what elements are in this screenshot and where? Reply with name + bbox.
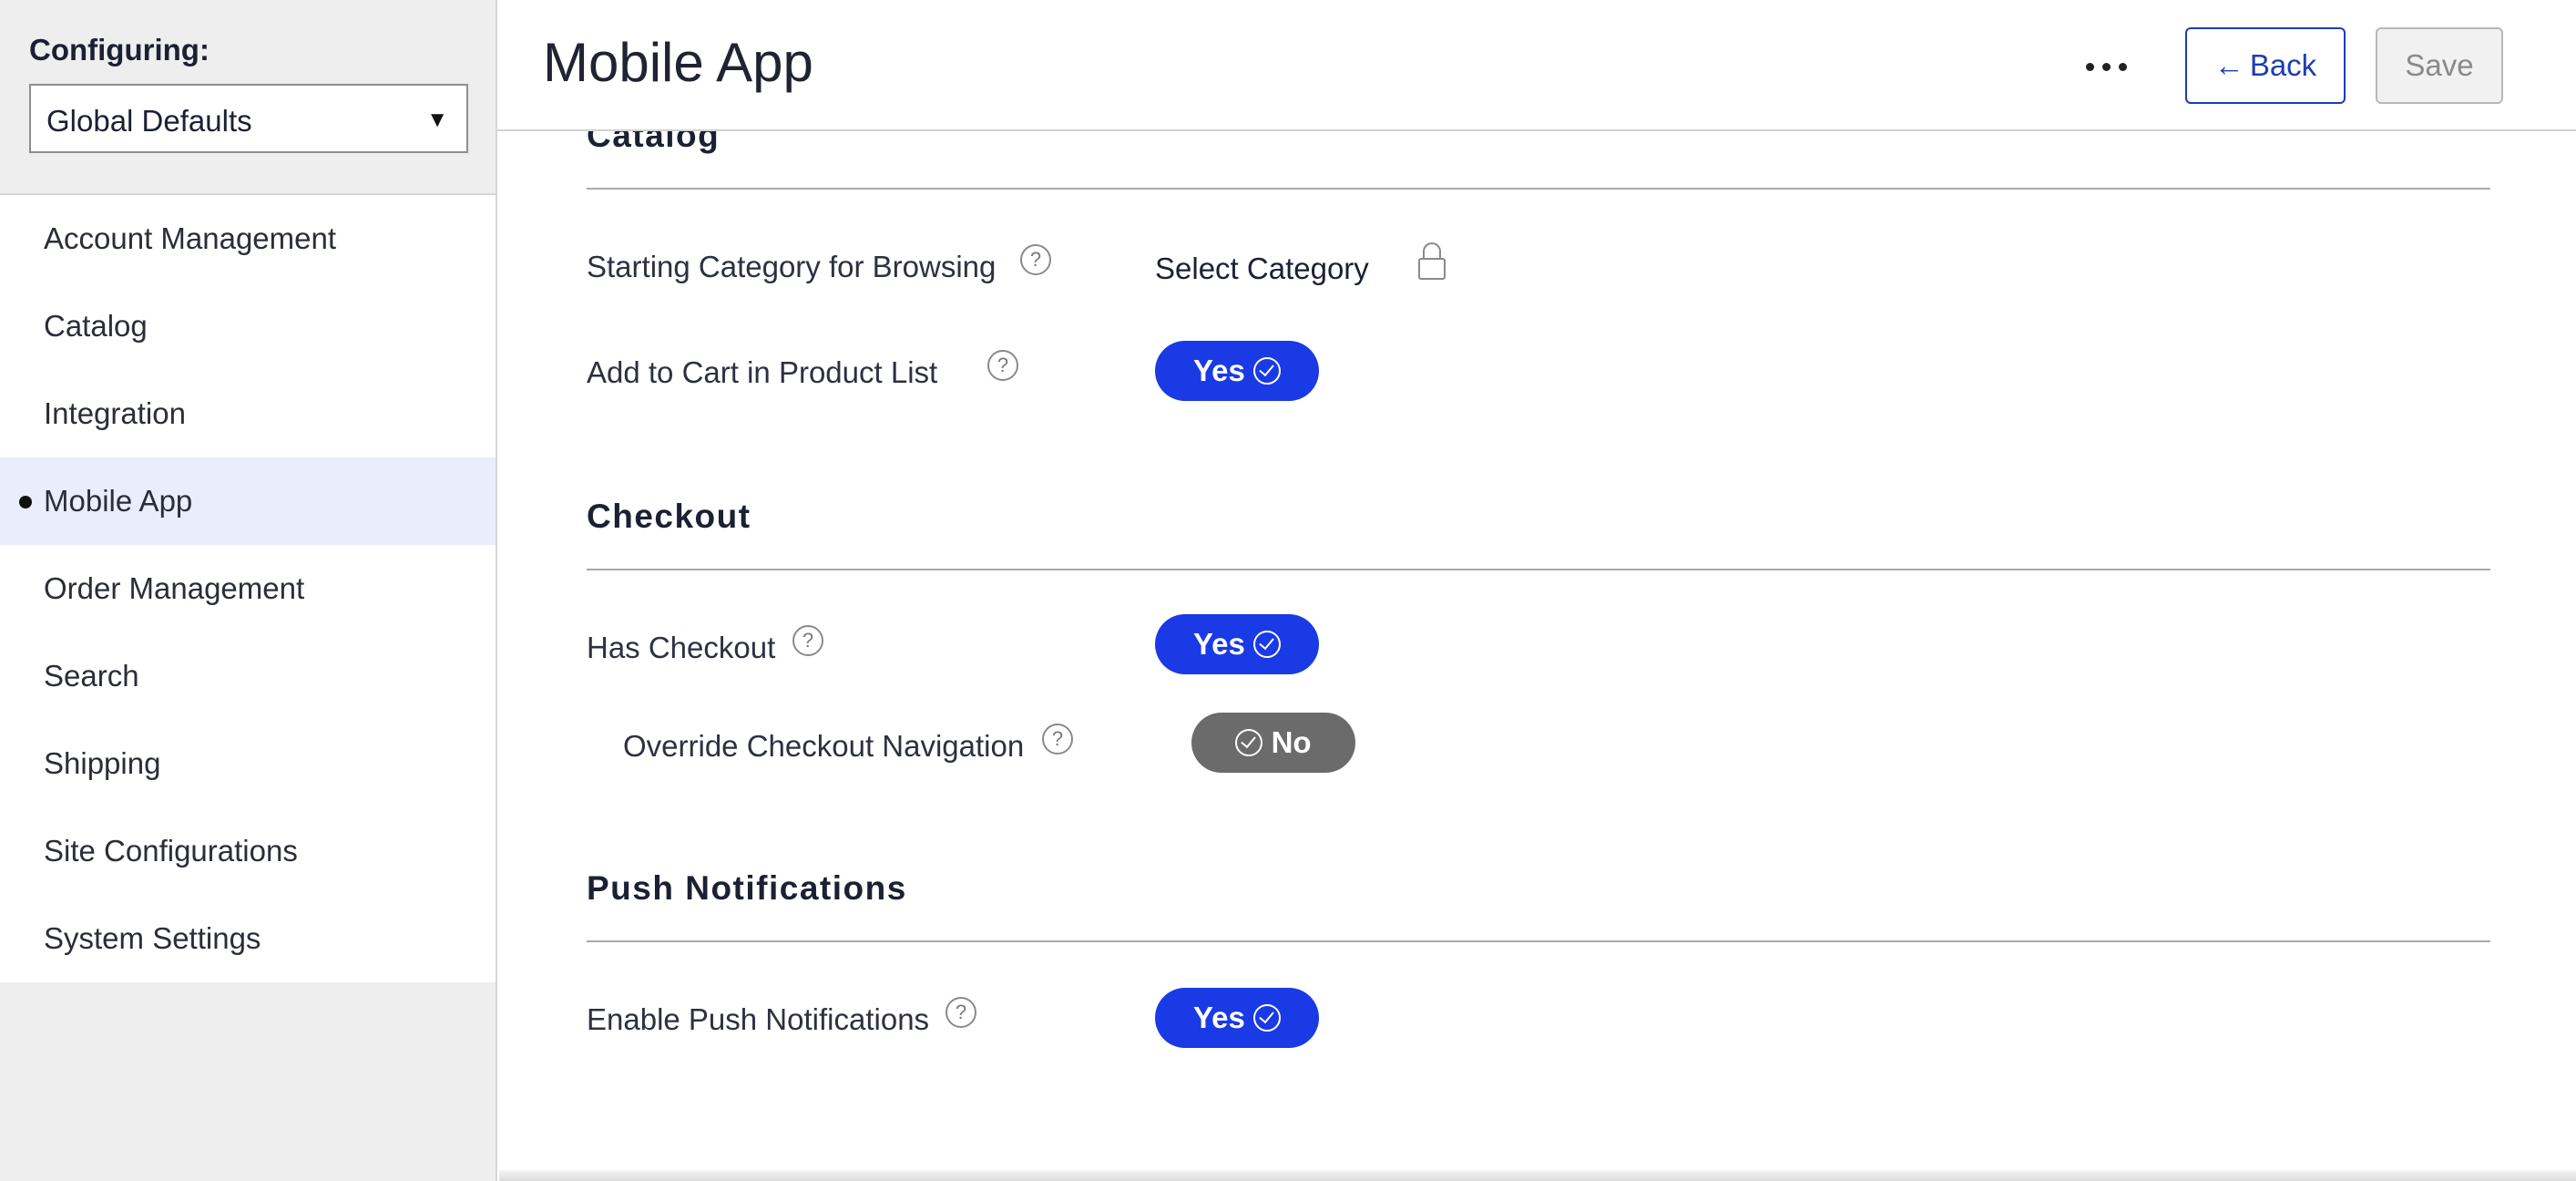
check-circle-icon bbox=[1253, 1004, 1282, 1032]
section-divider bbox=[587, 188, 2490, 190]
configuring-label: Configuring: bbox=[29, 33, 210, 67]
more-options-button[interactable] bbox=[2082, 38, 2131, 93]
sidebar-item-integration[interactable]: Integration bbox=[0, 370, 496, 457]
sidebar-item-label: Site Configurations bbox=[44, 834, 298, 868]
toggle-label: Yes bbox=[1192, 354, 1245, 387]
section-divider bbox=[587, 569, 2490, 570]
sidebar-item-site-configurations[interactable]: Site Configurations bbox=[0, 807, 496, 895]
help-icon[interactable]: ? bbox=[1042, 724, 1073, 755]
caret-down-icon: ▼ bbox=[426, 108, 448, 132]
override-checkout-nav-toggle[interactable]: No bbox=[1191, 713, 1355, 773]
help-icon[interactable]: ? bbox=[792, 625, 823, 656]
section-divider bbox=[587, 940, 2490, 942]
setting-label-enable-push: Enable Push Notifications bbox=[587, 1002, 930, 1036]
sidebar-item-label: Mobile App bbox=[44, 484, 193, 518]
toggle-label: Yes bbox=[1192, 627, 1245, 661]
section-title-push-notifications: Push Notifications bbox=[587, 869, 907, 907]
help-icon[interactable]: ? bbox=[1020, 244, 1051, 275]
select-category-link[interactable]: Select Category bbox=[1155, 252, 1369, 286]
ellipsis-icon bbox=[2086, 63, 2094, 71]
sidebar-item-account-management[interactable]: Account Management bbox=[0, 195, 496, 282]
setting-label-override-checkout-nav: Override Checkout Navigation bbox=[623, 729, 1025, 763]
setting-label-add-to-cart: Add to Cart in Product List bbox=[587, 355, 938, 389]
check-circle-icon bbox=[1253, 357, 1282, 385]
back-button[interactable]: ← Back bbox=[2185, 27, 2346, 104]
add-to-cart-toggle[interactable]: Yes bbox=[1155, 341, 1319, 401]
help-icon[interactable]: ? bbox=[946, 997, 976, 1028]
sidebar: Configuring: Global Defaults ▼ Account M… bbox=[0, 0, 497, 1181]
window-bottom-edge bbox=[499, 1170, 2576, 1181]
sidebar-item-order-management[interactable]: Order Management bbox=[0, 545, 496, 632]
sidebar-item-label: Integration bbox=[44, 396, 186, 430]
ellipsis-icon bbox=[2102, 63, 2111, 71]
settings-content: Catalog Starting Category for Browsing ?… bbox=[497, 117, 2576, 1181]
back-button-label: Back bbox=[2249, 48, 2317, 82]
save-button-label: Save bbox=[2405, 48, 2474, 82]
section-title-checkout: Checkout bbox=[587, 498, 751, 535]
scope-select[interactable]: Global Defaults ▼ bbox=[29, 84, 468, 153]
active-dot-icon bbox=[19, 496, 32, 508]
toggle-label: No bbox=[1271, 725, 1312, 759]
sidebar-item-label: Account Management bbox=[44, 221, 337, 255]
check-circle-icon bbox=[1235, 729, 1263, 756]
save-button[interactable]: Save bbox=[2376, 27, 2503, 104]
scope-select-value: Global Defaults bbox=[46, 104, 252, 138]
sidebar-item-label: Search bbox=[44, 659, 139, 693]
page-title: Mobile App bbox=[543, 32, 813, 93]
setting-label-has-checkout: Has Checkout bbox=[587, 631, 776, 664]
enable-push-toggle[interactable]: Yes bbox=[1155, 988, 1319, 1048]
sidebar-item-label: Order Management bbox=[44, 571, 305, 605]
setting-label-starting-category: Starting Category for Browsing bbox=[587, 250, 997, 283]
sidebar-nav: Account Management Catalog Integration M… bbox=[0, 195, 496, 982]
sidebar-item-shipping[interactable]: Shipping bbox=[0, 720, 496, 807]
page-header: Mobile App ← Back Save bbox=[497, 0, 2576, 131]
sidebar-item-label: Shipping bbox=[44, 746, 161, 780]
help-icon[interactable]: ? bbox=[987, 350, 1018, 381]
sidebar-item-system-settings[interactable]: System Settings bbox=[0, 895, 496, 982]
lock-icon bbox=[1416, 242, 1447, 282]
toggle-label: Yes bbox=[1192, 1001, 1245, 1034]
check-circle-icon bbox=[1253, 631, 1282, 658]
ellipsis-icon bbox=[2119, 63, 2127, 71]
sidebar-item-mobile-app[interactable]: Mobile App bbox=[0, 457, 496, 545]
arrow-left-icon: ← bbox=[2213, 48, 2244, 82]
sidebar-item-search[interactable]: Search bbox=[0, 632, 496, 720]
has-checkout-toggle[interactable]: Yes bbox=[1155, 614, 1319, 674]
sidebar-item-label: Catalog bbox=[44, 309, 148, 343]
sidebar-item-label: System Settings bbox=[44, 921, 261, 955]
sidebar-item-catalog[interactable]: Catalog bbox=[0, 282, 496, 370]
